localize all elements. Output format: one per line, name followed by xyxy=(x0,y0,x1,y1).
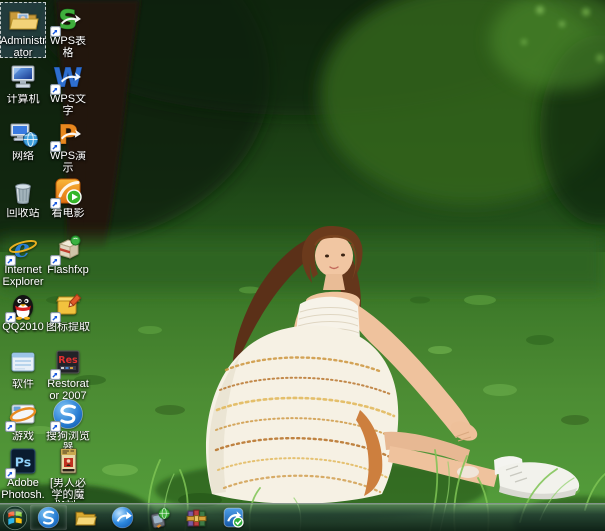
desktop-icon-wps-spreadsheet[interactable]: SWPS表格 xyxy=(45,2,91,58)
taskbar-button-arrow-check-app[interactable] xyxy=(215,505,252,530)
desktop-icon-label: WPS文字 xyxy=(45,94,91,117)
taskbar-button-blue-sphere-app[interactable] xyxy=(104,505,141,530)
shortcut-arrow-icon xyxy=(50,255,61,266)
shortcut-arrow-icon xyxy=(5,468,16,479)
desktop-icon-icon-extractor[interactable]: 图标提取 xyxy=(45,288,91,344)
taskbar-button-winrar[interactable] xyxy=(178,505,215,530)
network-icon xyxy=(7,118,39,150)
flashfxp-icon xyxy=(52,232,84,264)
desktop-icon-label: 看电影 xyxy=(45,208,91,220)
shortcut-arrow-icon xyxy=(50,369,61,380)
shortcut-arrow-icon xyxy=(50,26,61,37)
icon-extract-icon xyxy=(52,289,84,321)
movie-icon xyxy=(52,175,84,207)
desktop-icon-label: Internet Explorer xyxy=(0,265,46,288)
photoshop-icon: Ps xyxy=(7,445,39,477)
shortcut-arrow-icon xyxy=(50,84,61,95)
svg-text:Res: Res xyxy=(58,355,78,366)
desktop-icon-wps-writer[interactable]: WWPS文字 xyxy=(45,60,91,116)
desktop-icon-label: 软件 xyxy=(0,379,46,391)
computer-icon xyxy=(7,61,39,93)
ie-icon: e xyxy=(7,232,39,264)
desktop-icon-wps-presentation[interactable]: PWPS演示 xyxy=(45,117,91,173)
taskbar xyxy=(0,503,605,531)
game-window-icon xyxy=(7,398,39,430)
shortcut-arrow-icon xyxy=(50,141,61,152)
desktop-icon-label: Adobe Photosh... xyxy=(0,478,46,502)
desktop-surface[interactable]: Administrator 计算机网络回收站 eInternet Explorer Q… xyxy=(0,0,605,531)
desktop-icon-recycle-bin[interactable]: 回收站 xyxy=(0,174,46,230)
start-button[interactable] xyxy=(0,504,30,531)
svg-text:Ps: Ps xyxy=(15,455,31,470)
window-folder-icon xyxy=(7,346,39,378)
wps-s-icon: S xyxy=(52,3,84,35)
taskbar-button-windows-explorer[interactable] xyxy=(67,505,104,530)
wps-w-icon: W xyxy=(52,61,84,93)
desktop-icon-flashfxp[interactable]: Flashfxp xyxy=(45,231,91,287)
desktop-icon-label: WPS表格 xyxy=(45,36,91,59)
desktop-icon-label: QQ2010 xyxy=(0,322,46,334)
desktop-icon-label: 图标提取 xyxy=(45,322,91,334)
taskbar-button-device-globe-app[interactable] xyxy=(141,505,178,530)
desktop-icon-computer[interactable]: 计算机 xyxy=(0,60,46,116)
shortcut-arrow-icon xyxy=(5,421,16,432)
shortcut-arrow-icon xyxy=(50,198,61,209)
desktop-icon-label: [男人必学的魔术]刘... xyxy=(45,478,91,502)
desktop-icon-qq2010[interactable]: QQ2010 xyxy=(0,288,46,344)
desktop-icon-software-folder[interactable]: 软件 xyxy=(0,345,46,401)
taskbar-button-sogou-browser[interactable] xyxy=(30,505,67,530)
desktop-icon-label: 计算机 xyxy=(0,94,46,106)
desktop-icon-magic-book-file[interactable]: [男人必学的魔术]刘... xyxy=(45,444,91,500)
sogou-icon xyxy=(52,398,84,430)
desktop-icon-internet-explorer[interactable]: eInternet Explorer xyxy=(0,231,46,287)
desktop-icon-label: 网络 xyxy=(0,151,46,163)
qq-icon xyxy=(7,289,39,321)
shortcut-arrow-icon xyxy=(5,255,16,266)
desktop-icon-adobe-photoshop[interactable]: Ps Adobe Photosh... xyxy=(0,444,46,500)
desktop-icon-restorator-2007[interactable]: ResRestorator 2007 xyxy=(45,345,91,401)
desktop-icon-watch-movies[interactable]: 看电影 xyxy=(45,174,91,230)
shortcut-arrow-icon xyxy=(50,312,61,323)
wps-p-icon: P xyxy=(52,118,84,150)
shortcut-arrow-icon xyxy=(50,421,61,432)
desktop-icon-label: Administrator xyxy=(0,36,46,59)
desktop-icon-label: WPS演示 xyxy=(45,151,91,174)
book-icon xyxy=(52,445,84,477)
desktop-icon-label: 游戏 xyxy=(0,431,46,443)
desktop-icon-label: Flashfxp xyxy=(45,265,91,277)
recycle-bin-icon xyxy=(7,175,39,207)
restorator-icon: Res xyxy=(52,346,84,378)
user-folder-icon xyxy=(7,3,39,35)
desktop-icon-label: 回收站 xyxy=(0,208,46,220)
desktop-icon-administrator-folder[interactable]: Administrator xyxy=(0,2,46,58)
desktop-icon-network[interactable]: 网络 xyxy=(0,117,46,173)
shortcut-arrow-icon xyxy=(5,312,16,323)
